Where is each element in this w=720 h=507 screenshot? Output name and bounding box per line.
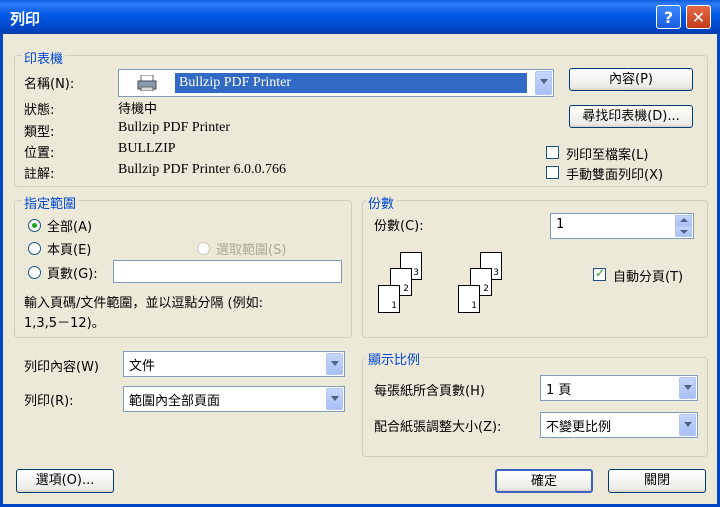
spinner-down-icon[interactable] — [675, 226, 692, 237]
manual-duplex-checkbox[interactable] — [546, 166, 559, 179]
chevron-down-icon[interactable] — [679, 377, 696, 399]
print-to-file-label[interactable]: 列印至檔案(L) — [566, 144, 648, 163]
range-current-radio[interactable] — [28, 242, 41, 255]
printer-group-label: 印表機 — [22, 48, 66, 67]
print-what-select[interactable]: 文件 — [123, 351, 345, 377]
where-value: BULLZIP — [118, 141, 176, 156]
range-current-label[interactable]: 本頁(E) — [47, 239, 91, 258]
help-button[interactable]: ? — [656, 5, 681, 29]
title-bar: 列印 ? ✕ — [0, 0, 720, 34]
chevron-down-icon[interactable] — [535, 71, 552, 95]
zoom-group — [362, 357, 708, 457]
close-button[interactable]: ✕ — [686, 5, 711, 29]
scale-select[interactable]: 不變更比例 — [540, 412, 698, 438]
copies-label: 份數(C): — [374, 219, 424, 234]
range-pages-radio[interactable] — [28, 266, 41, 279]
range-selection-label[interactable]: 選取範圍(S) — [216, 239, 286, 258]
printer-name-value: Bullzip PDF Printer — [179, 75, 292, 90]
scale-label: 配合紙張調整大小(Z): — [374, 420, 502, 435]
zoom-group-label: 顯示比例 — [366, 349, 423, 368]
print-to-file-checkbox[interactable] — [546, 146, 559, 159]
range-all-label[interactable]: 全部(A) — [47, 216, 92, 235]
range-all-radio[interactable] — [28, 219, 41, 232]
print-what-label: 列印內容(W) — [24, 360, 99, 375]
range-pages-label[interactable]: 頁數(G): — [47, 263, 98, 282]
status-label: 狀態: — [24, 103, 55, 118]
comment-label: 註解: — [24, 167, 55, 182]
copies-spinner[interactable]: 1 — [550, 213, 694, 239]
find-printer-button[interactable]: 尋找印表機(D)... — [569, 105, 693, 128]
type-label: 類型: — [24, 125, 55, 140]
status-value: 待機中 — [118, 102, 158, 117]
print-value: 範圍內全部頁面 — [129, 394, 221, 409]
where-label: 位置: — [24, 146, 55, 161]
ok-button[interactable]: 確定 — [495, 469, 593, 493]
properties-button[interactable]: 內容(P) — [569, 68, 693, 91]
chevron-down-icon[interactable] — [326, 388, 343, 410]
printer-name-select[interactable]: Bullzip PDF Printer — [118, 69, 554, 97]
print-label: 列印(R): — [24, 394, 74, 409]
spinner-up-icon[interactable] — [675, 215, 692, 226]
pages-per-sheet-value: 1 頁 — [546, 383, 572, 398]
cancel-button[interactable]: 關閉 — [608, 469, 706, 493]
chevron-down-icon[interactable] — [679, 414, 696, 436]
print-what-value: 文件 — [129, 359, 156, 374]
range-selection-radio[interactable] — [197, 242, 210, 255]
range-hint-line2: 1,3,5－12)。 — [24, 316, 105, 331]
chevron-down-icon[interactable] — [326, 353, 343, 375]
collate-checkbox[interactable] — [593, 266, 606, 281]
copies-value: 1 — [556, 217, 565, 232]
pages-input[interactable] — [113, 260, 342, 283]
pages-per-sheet-label: 每張紙所含頁數(H) — [374, 384, 485, 399]
comment-value: Bullzip PDF Printer 6.0.0.766 — [118, 162, 287, 177]
page-range-group-label: 指定範圍 — [22, 193, 79, 212]
scale-value: 不變更比例 — [546, 420, 612, 435]
window-title: 列印 — [10, 10, 41, 28]
pages-per-sheet-select[interactable]: 1 頁 — [540, 375, 698, 401]
manual-duplex-label[interactable]: 手動雙面列印(X) — [566, 164, 663, 183]
range-hint-line1: 輸入頁碼/文件範圍，並以逗點分隔 (例如: — [24, 296, 263, 311]
type-value: Bullzip PDF Printer — [118, 120, 231, 135]
printer-icon — [137, 74, 157, 92]
print-select[interactable]: 範圍內全部頁面 — [123, 386, 345, 412]
collate-label[interactable]: 自動分頁(T) — [613, 266, 683, 285]
options-button[interactable]: 選項(O)... — [16, 469, 114, 493]
copies-group-label: 份數 — [366, 193, 397, 212]
printer-name-label: 名稱(N): — [24, 77, 75, 92]
